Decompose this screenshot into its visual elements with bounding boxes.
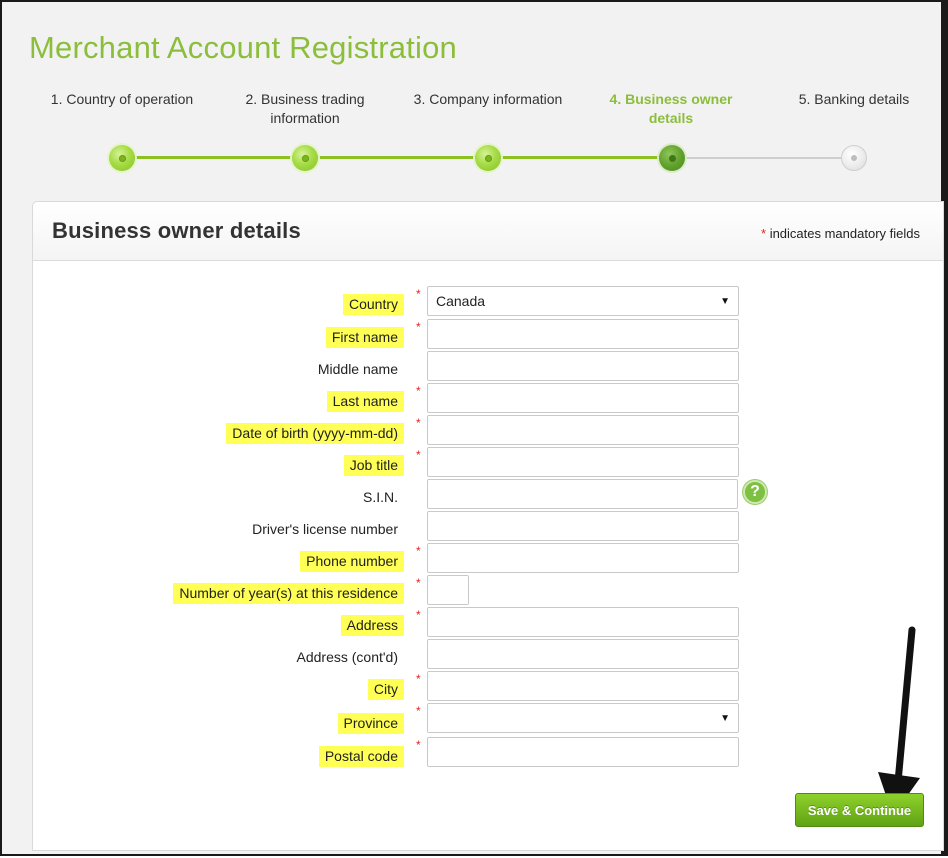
phone-input[interactable] xyxy=(427,543,739,573)
required-marker: * xyxy=(416,384,421,398)
save-continue-button[interactable]: Save & Continue xyxy=(795,793,924,827)
mandatory-note: * indicates mandatory fields xyxy=(761,226,920,241)
dob-input[interactable] xyxy=(427,415,739,445)
country-select[interactable]: Canada ▼ xyxy=(427,286,739,316)
last-name-input[interactable] xyxy=(427,383,739,413)
sin-label: S.I.N. xyxy=(362,489,398,505)
address-label: Address xyxy=(340,615,404,636)
postal-code-label: Postal code xyxy=(318,746,404,767)
required-marker: * xyxy=(416,320,421,334)
required-marker: * xyxy=(416,738,421,752)
step-4-dot xyxy=(659,145,685,171)
city-input[interactable] xyxy=(427,671,739,701)
years-residence-label: Number of year(s) at this residence xyxy=(173,583,404,604)
years-residence-input[interactable] xyxy=(427,575,469,605)
city-label: City xyxy=(367,679,404,700)
address2-label: Address (cont'd) xyxy=(296,649,399,665)
last-name-label: Last name xyxy=(326,391,404,412)
row-last-name: Last name * xyxy=(2,383,948,413)
middle-name-input[interactable] xyxy=(427,351,739,381)
drivers-license-input[interactable] xyxy=(427,511,739,541)
row-drivers-license: Driver's license number xyxy=(2,511,948,541)
panel-title: Business owner details xyxy=(52,218,301,243)
step-5-label: 5. Banking details xyxy=(798,91,910,107)
chevron-down-icon: ▼ xyxy=(720,295,730,307)
step-5-dot xyxy=(841,145,867,171)
required-marker: * xyxy=(416,576,421,590)
step-4-label: 4. Business owner details xyxy=(609,91,733,126)
chevron-down-icon: ▼ xyxy=(720,712,730,724)
row-country: Country * Canada ▼ xyxy=(2,286,948,316)
step-3-dot[interactable] xyxy=(475,145,501,171)
required-star: * xyxy=(761,226,767,241)
step-1-label[interactable]: 1. Country of operation xyxy=(47,90,197,109)
first-name-input[interactable] xyxy=(427,319,739,349)
required-marker: * xyxy=(416,416,421,430)
row-postal-code: Postal code * xyxy=(2,737,948,767)
required-marker: * xyxy=(416,608,421,622)
first-name-label: First name xyxy=(325,327,404,348)
required-marker: * xyxy=(416,672,421,686)
country-value: Canada xyxy=(436,293,486,309)
country-label: Country xyxy=(342,294,404,315)
required-marker: * xyxy=(416,704,421,718)
address-input[interactable] xyxy=(427,607,739,637)
progress-track-remaining xyxy=(672,157,854,159)
required-marker: * xyxy=(416,287,421,301)
job-title-label: Job title xyxy=(343,455,404,476)
required-marker: * xyxy=(416,448,421,462)
row-sin: S.I.N. ? xyxy=(2,479,948,509)
row-dob: Date of birth (yyyy-mm-dd) * xyxy=(2,415,948,445)
step-2-dot[interactable] xyxy=(292,145,318,171)
row-years-residence: Number of year(s) at this residence * xyxy=(2,575,948,605)
phone-label: Phone number xyxy=(300,551,404,572)
row-phone: Phone number * xyxy=(2,543,948,573)
sin-input[interactable] xyxy=(427,479,738,509)
province-label: Province xyxy=(337,713,404,734)
step-3-label[interactable]: 3. Company information xyxy=(413,90,563,109)
row-job-title: Job title * xyxy=(2,447,948,477)
row-address: Address * xyxy=(2,607,948,637)
required-marker: * xyxy=(416,544,421,558)
progress-stepper: 1. Country of operation 2. Business trad… xyxy=(2,2,948,182)
arrow-down-icon xyxy=(878,626,920,816)
panel-header: Business owner details * indicates manda… xyxy=(33,202,943,261)
window-frame: Merchant Account Registration 1. Country… xyxy=(0,0,948,856)
drivers-license-label: Driver's license number xyxy=(252,521,398,537)
address2-input[interactable] xyxy=(427,639,739,669)
province-select[interactable]: ▼ xyxy=(427,703,739,733)
row-middle-name: Middle name xyxy=(2,351,948,381)
row-city: City * xyxy=(2,671,948,701)
step-2-label[interactable]: 2. Business trading information xyxy=(230,90,380,128)
mandatory-note-text: indicates mandatory fields xyxy=(769,226,920,241)
row-province: Province * ▼ xyxy=(2,703,948,734)
step-1-dot[interactable] xyxy=(109,145,135,171)
middle-name-label: Middle name xyxy=(317,361,398,377)
progress-track-complete xyxy=(122,156,672,159)
row-address2: Address (cont'd) xyxy=(2,639,948,669)
help-circle-icon[interactable]: ? xyxy=(743,480,767,504)
job-title-input[interactable] xyxy=(427,447,739,477)
postal-code-input[interactable] xyxy=(427,737,739,767)
dob-label: Date of birth (yyyy-mm-dd) xyxy=(226,423,404,444)
row-first-name: First name * xyxy=(2,319,948,349)
